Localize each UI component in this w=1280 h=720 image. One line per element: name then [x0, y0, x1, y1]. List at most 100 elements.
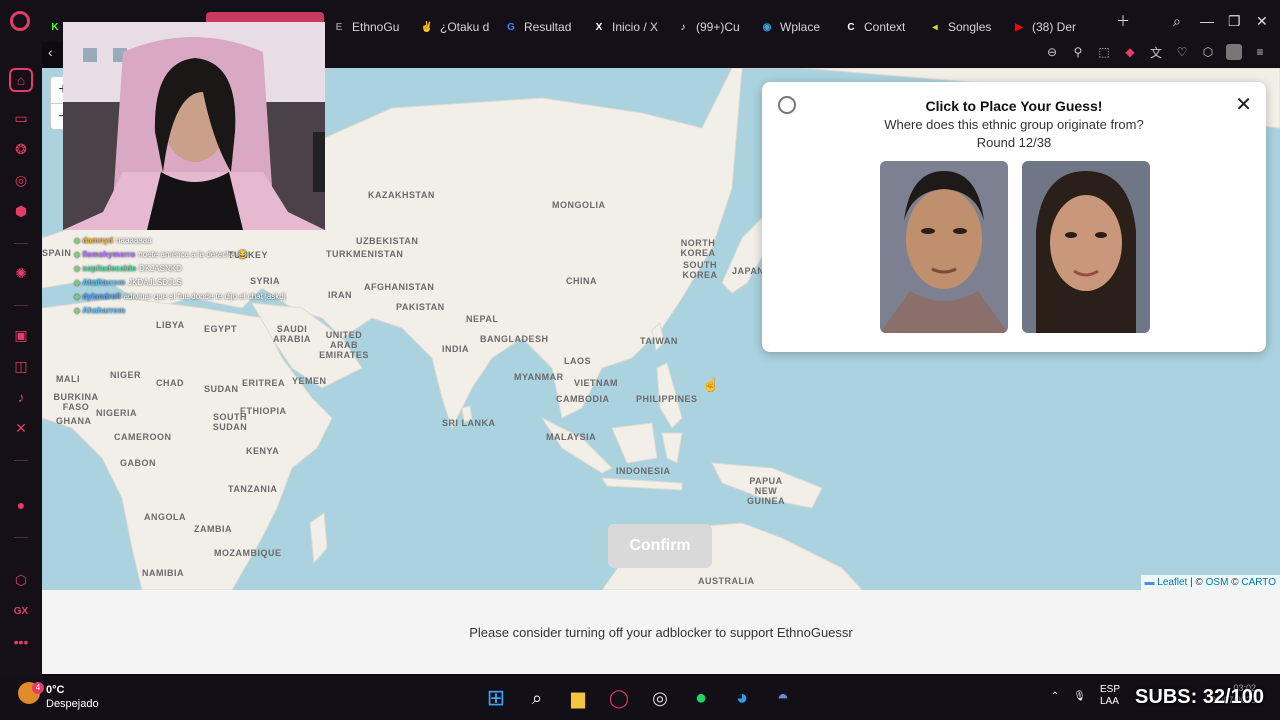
sidebar-home-button[interactable]: ⌂ [9, 68, 33, 92]
search-tabs-button[interactable]: ⌕ [1173, 0, 1181, 42]
home-icon: ⌂ [16, 72, 26, 88]
opera-menu-button[interactable] [0, 0, 40, 42]
avatar[interactable] [1226, 44, 1242, 60]
language-indicator[interactable]: ESP LAA [1100, 684, 1120, 708]
tab-label: EthnoGu [352, 20, 400, 34]
tab-favicon-icon: ✌ [420, 21, 434, 33]
tab-9[interactable]: C Context [836, 12, 920, 42]
osm-link[interactable]: OSM [1206, 577, 1229, 588]
tab-6[interactable]: X Inicio / X [584, 12, 668, 42]
discord-taskbar-button[interactable]: ◓ [769, 684, 797, 712]
weather-widget[interactable]: 4 0°C Despejado [18, 682, 99, 710]
map-label-cambodia: CAMBODIA [556, 394, 610, 404]
sidebar-gx-corner-button[interactable]: GX [9, 599, 33, 623]
microphone-icon[interactable]: 🎙 [1073, 691, 1086, 702]
chat-message: ◆ damnyd naaaaaaa [74, 236, 334, 245]
close-panel-button[interactable]: ✕ [1235, 92, 1252, 117]
round-counter: Round 12/38 [976, 135, 1052, 150]
land-sulawesi [661, 432, 683, 464]
tab-favicon-icon: ◉ [762, 21, 772, 33]
sidebar-divider: — [14, 296, 28, 312]
tab-11[interactable]: ▶ (38) Der [1004, 12, 1088, 42]
tab-5[interactable]: G Resultad [496, 12, 584, 42]
instagram-icon: ◫ [14, 357, 28, 374]
weather-condition: Despejado [46, 698, 99, 710]
tab-favicon-icon: C [847, 21, 855, 33]
sidebar-gx-button[interactable]: ◎ [9, 168, 33, 192]
cube-icon: ⬢ [14, 202, 28, 219]
chat-text: adivinar que sí fue donde te dijo el cha… [123, 292, 286, 301]
map-label-afghanistan: AFGHANISTAN [364, 282, 435, 292]
minimize-button[interactable]: — [1200, 0, 1214, 42]
land-madagascar [309, 512, 328, 565]
sidebar-cube-button[interactable]: ⬢ [9, 199, 33, 223]
tab-favicon-icon: X [595, 21, 603, 33]
minimize-icon: — [1200, 13, 1214, 29]
tab-label: Resultad [524, 20, 572, 34]
sidebar-tiktok-button[interactable]: ♪ [9, 385, 33, 409]
spotify-taskbar-button[interactable]: ● [687, 684, 715, 712]
tab-8[interactable]: ◉ Wplace [752, 12, 836, 42]
land-borneo [611, 422, 658, 464]
edge-taskbar-button[interactable]: ◕ [728, 684, 756, 712]
map-label-spain: SPAIN [42, 248, 72, 258]
twitch-icon: ▣ [14, 326, 28, 343]
chat-username: dylandroll [82, 292, 121, 301]
map-label-niger: NIGER [110, 370, 142, 380]
translate-icon[interactable]: 文 [1148, 44, 1164, 60]
gamepad-icon: ▭ [14, 109, 28, 126]
map-label-ghana: GHANA [56, 416, 92, 426]
pocket-icon[interactable]: ◆ [1122, 44, 1138, 60]
file-explorer-button[interactable]: ▆ [564, 684, 592, 712]
sidebar-x-button[interactable]: ✕ [9, 416, 33, 440]
carto-link[interactable]: CARTO [1241, 577, 1276, 588]
map-label-eritrea: ERITREA [242, 378, 286, 388]
chat-username: flemshymerro [82, 250, 136, 259]
pin-icon[interactable]: ⚲ [1070, 44, 1086, 60]
panel-question: Where does this ethnic group originate f… [884, 117, 1144, 132]
sidebar-more-button[interactable]: ••• [9, 630, 33, 654]
opera-gx-taskbar-button[interactable]: ◯ [605, 684, 633, 712]
back-button[interactable]: ‹ [48, 44, 53, 60]
sidebar-history-button[interactable]: ⬡ [9, 568, 33, 592]
leaflet-link[interactable]: Leaflet [1157, 577, 1187, 588]
tab-label: Inicio / X [612, 20, 659, 34]
sidebar-gaming-button[interactable]: ▭ [9, 106, 33, 130]
maximize-button[interactable]: ❐ [1228, 0, 1241, 42]
map-label-china: CHINA [566, 276, 597, 286]
sidebar-chatgpt-button[interactable]: ✺ [9, 261, 33, 285]
confirm-button[interactable]: Confirm [608, 524, 712, 568]
opera-gx-icon: ◯ [608, 687, 630, 708]
zoom-out-icon[interactable]: ⊖ [1044, 44, 1060, 60]
map-label-australia: AUSTRALIA [698, 576, 755, 586]
sidebar-instagram-button[interactable]: ◫ [9, 354, 33, 378]
map-label-cameroon: CAMEROON [114, 432, 172, 442]
map-label-angola: ANGOLA [144, 512, 186, 522]
new-tab-button[interactable]: ＋ [1116, 0, 1130, 42]
map-label-saudi-arabia: SAUDI ARABIA [273, 324, 311, 344]
adblock-notice: Please consider turning off your adblock… [42, 590, 1280, 674]
map-label-philippines: PHILIPPINES [636, 394, 698, 404]
tab-7[interactable]: ♪ (99+)Cu [668, 12, 752, 42]
sidebar-twitch-button[interactable]: ▣ [9, 323, 33, 347]
extensions-icon[interactable]: ⬡ [1200, 44, 1216, 60]
close-window-button[interactable]: ✕ [1256, 0, 1268, 42]
easy-setup-icon[interactable]: ≡ [1252, 44, 1268, 60]
chevron-left-icon: ‹ [48, 44, 53, 60]
chevron-up-icon[interactable]: ⌃ [1051, 691, 1059, 702]
address-toolbar: ⊖ ⚲ ⬚ ◆ 文 ♡ ⬡ ≡ [324, 42, 1280, 68]
chat-message: ◆ Ahaharrom [74, 306, 334, 315]
start-button[interactable]: ⊞ [482, 684, 510, 712]
tab-4[interactable]: ✌ ¿Otaku d [412, 12, 496, 42]
sidebar-aria-button[interactable]: ❂ [9, 137, 33, 161]
tab-3[interactable]: E EthnoGu [324, 12, 412, 42]
map-label-uzbekistan: UZBEKISTAN [356, 236, 419, 246]
obs-taskbar-button[interactable]: ◎ [646, 684, 674, 712]
snapshot-icon[interactable]: ⬚ [1096, 44, 1112, 60]
taskbar-search-button[interactable]: ⌕ [523, 684, 551, 712]
sidebar-music-button[interactable]: ● [9, 493, 33, 517]
tab-10[interactable]: ◂ Songles [920, 12, 1004, 42]
attribution-separator: | [1190, 577, 1193, 588]
opera-sidebar: ⌂ ▭ ❂ ◎ ⬢ — ✺ — ▣ ◫ ♪ ✕ — ● — ⬡ GX ••• [0, 42, 42, 676]
heart-icon[interactable]: ♡ [1174, 44, 1190, 60]
